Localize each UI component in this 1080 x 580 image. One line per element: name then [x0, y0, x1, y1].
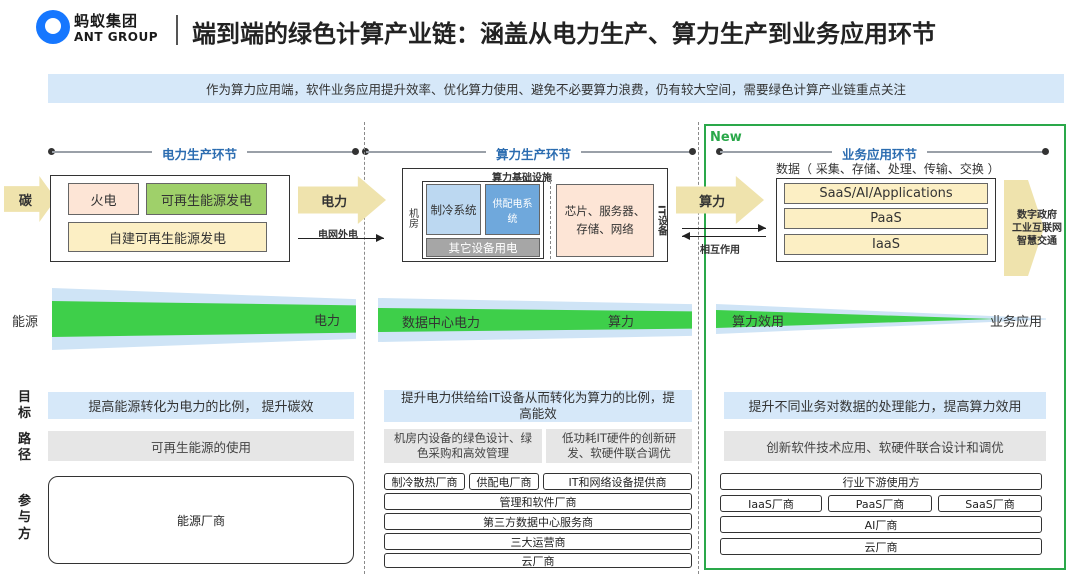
power-supply-cell: 供配电系统	[485, 184, 540, 235]
section-title-compute: 算力生产环节	[486, 144, 582, 163]
section-dot	[689, 148, 696, 155]
self-built-renewable-cell: 自建可再生能源发电	[68, 222, 267, 252]
it-equipment-label: IT设备	[655, 204, 667, 236]
goal-power: 提高能源转化为电力的比例， 提升碳效	[48, 392, 354, 419]
energy-dc-power-label: 数据中心电力	[402, 316, 481, 331]
energy-compute-label: 算力	[608, 315, 635, 330]
carbon-label: 碳	[18, 193, 32, 209]
power-arrow-label: 电力	[321, 194, 348, 210]
energy-power-label: 电力	[314, 314, 341, 329]
output-digital-gov: 数字政府	[1017, 210, 1057, 221]
data-pipeline-label: 数据（ 采集、存储、处理、传输、交换 ）	[776, 162, 1000, 176]
carbon-arrow: 碳	[4, 176, 56, 222]
ant-group-logo-icon	[36, 10, 70, 44]
path-app: 创新软件技术应用、软硬件联合设计和调优	[724, 431, 1046, 461]
output-smart-transport: 智慧交通	[1017, 236, 1057, 247]
goal-compute: 提升电力供给给IT设备从而转化为算力的比例，提高能效	[384, 390, 692, 422]
path-compute-hardware: 低功耗IT硬件的创新研发、软硬件联合调优	[546, 429, 692, 463]
path-row-label: 路径	[18, 432, 32, 463]
new-label: New	[710, 130, 742, 145]
energy-business-label: 业务应用	[990, 315, 1043, 330]
energy-green-power	[52, 301, 356, 337]
energy-row-label: 能源	[12, 315, 39, 330]
interaction-line	[682, 236, 766, 237]
path-power: 可再生能源的使用	[48, 431, 354, 461]
subtitle-banner: 作为算力应用端，软件业务应用提升效率、优化算力使用、避免不必要算力浪费，仍有较大…	[48, 74, 1064, 103]
output-list: 数字政府 工业互联网 智慧交通	[1012, 209, 1062, 248]
logo-text-cn: 蚂蚁集团	[74, 12, 139, 30]
output-industrial-internet: 工业互联网	[1012, 223, 1062, 234]
logo-text-en: ANT GROUP	[74, 30, 159, 44]
machine-room-label: 机房	[406, 208, 418, 228]
path-compute-facility: 机房内设备的绿色设计、绿色采购和高效管理	[384, 429, 542, 463]
box-divider	[550, 181, 551, 259]
party-ai-vendor: AI厂商	[720, 516, 1042, 533]
page-title: 端到端的绿色计算产业链：涵盖从电力生产、算力生产到业务应用环节	[192, 20, 936, 48]
title-divider	[176, 15, 178, 45]
party-iaas-vendor: IaaS厂商	[720, 495, 822, 512]
party-cloud-vendor-app: 云厂商	[720, 538, 1042, 555]
grid-arrow-line	[298, 238, 384, 239]
party-third-party-dc: 第三方数据中心服务商	[384, 513, 692, 530]
interaction-line	[682, 228, 766, 229]
interaction-arrow-left-icon	[682, 232, 690, 240]
interaction-label: 相互作用	[700, 245, 740, 256]
party-industry-users: 行业下游使用方	[720, 473, 1042, 490]
party-row-label: 参与方	[18, 494, 32, 542]
goal-app: 提升不同业务对数据的处理能力，提高算力效用	[724, 392, 1046, 419]
energy-efficiency-label: 算力效用	[732, 315, 785, 330]
section-dot	[352, 148, 359, 155]
party-saas-vendor: SaaS厂商	[938, 495, 1042, 512]
section-title-power: 电力生产环节	[152, 144, 248, 163]
saas-layer-cell: SaaS/AI/Applications	[784, 183, 988, 204]
cooling-system-cell: 制冷系统	[426, 184, 481, 235]
party-power-supply-vendor: 供配电厂商	[469, 473, 539, 490]
party-cooling-vendor: 制冷散热厂商	[384, 473, 465, 490]
party-telecom-operators: 三大运营商	[384, 533, 692, 550]
goal-row-label: 目标	[18, 390, 32, 421]
party-energy-vendor: 能源厂商	[48, 476, 354, 564]
it-hardware-cell: 芯片、服务器、存储、网络	[556, 184, 654, 257]
compute-arrow-label: 算力	[699, 194, 726, 210]
grid-arrow-head-icon	[376, 234, 384, 242]
party-cloud-vendor-compute: 云厂商	[384, 553, 692, 568]
party-it-network-vendor: IT和网络设备提供商	[543, 473, 692, 490]
party-paas-vendor: PaaS厂商	[828, 495, 932, 512]
party-management-software-vendor: 管理和软件厂商	[384, 493, 692, 510]
paas-layer-cell: PaaS	[784, 208, 988, 229]
power-arrow: 电力	[298, 176, 386, 224]
renewable-power-cell: 可再生能源发电	[146, 183, 267, 215]
other-equipment-cell: 其它设备用电	[426, 238, 540, 257]
thermal-power-cell: 火电	[68, 183, 139, 215]
iaas-layer-cell: IaaS	[784, 234, 988, 255]
interaction-arrow-right-icon	[758, 224, 766, 232]
